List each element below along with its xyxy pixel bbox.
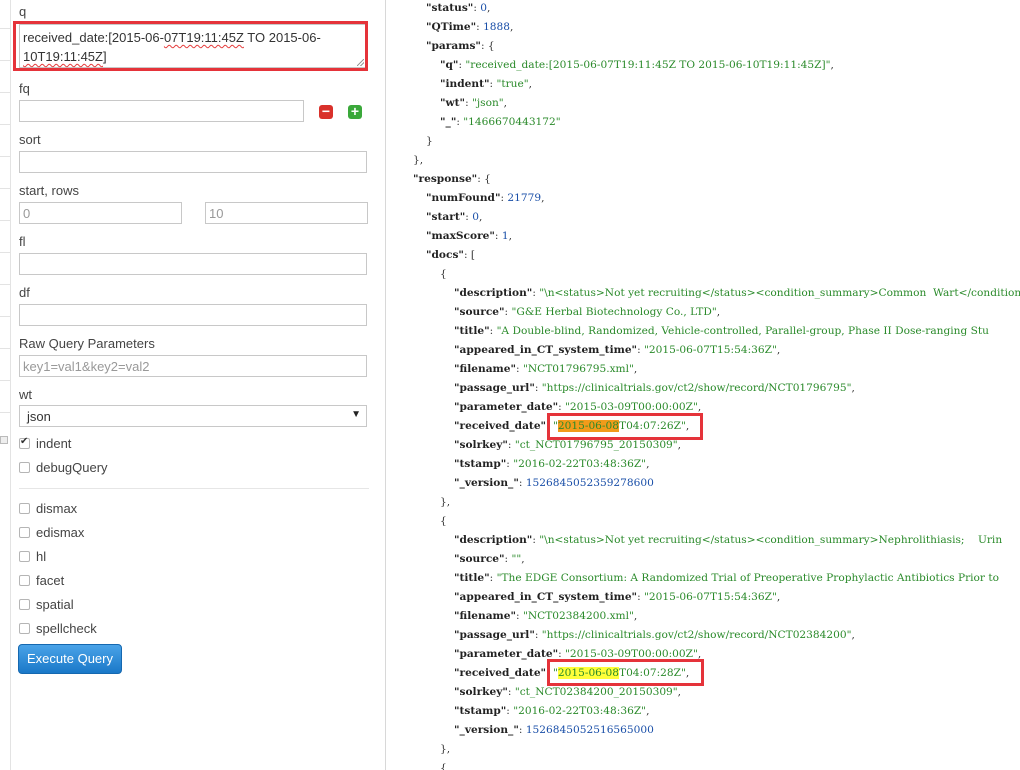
remove-fq-icon[interactable]: −: [319, 104, 333, 119]
indent-label: indent: [36, 436, 72, 451]
spellcheck-checkbox[interactable]: [19, 623, 30, 634]
dismax-label: dismax: [36, 501, 78, 516]
debug-query-label: debugQuery: [36, 460, 108, 475]
json-line: "status": 0,: [426, 2, 491, 14]
json-line: "response": {: [413, 173, 491, 185]
json-line: "maxScore": 1,: [426, 230, 512, 242]
json-line: "start": 0,: [426, 211, 483, 223]
hl-checkbox[interactable]: [19, 551, 30, 562]
json-line: }: [426, 135, 433, 147]
spellcheck-label: spellcheck: [36, 621, 97, 636]
received-date-box-2: [547, 659, 704, 686]
json-line: "description": "\n<status>Not yet recrui…: [454, 287, 1020, 299]
df-input[interactable]: [19, 304, 367, 326]
json-line: "tstamp": "2016-02-22T03:48:36Z",: [454, 458, 650, 470]
add-fq-icon[interactable]: +: [348, 104, 362, 119]
json-line: "numFound": 21779,: [426, 192, 545, 204]
json-line: "filename": "NCT02384200.xml",: [454, 610, 638, 622]
sort-label: sort: [19, 132, 41, 147]
json-line: },: [440, 496, 451, 508]
json-line: "filename": "NCT01796795.xml",: [454, 363, 638, 375]
json-line: "_version_": 1526845052359278600: [454, 477, 654, 489]
debug-query-checkbox[interactable]: [19, 462, 30, 473]
json-line: "source": "G&E Herbal Biotechnology Co.,…: [454, 306, 721, 318]
received-date-box-1: [547, 413, 703, 440]
q-highlight-box: [13, 21, 368, 71]
json-line: "source": "",: [454, 553, 525, 565]
spatial-checkbox[interactable]: [19, 599, 30, 610]
start-input[interactable]: 0: [19, 202, 182, 224]
json-line: {: [440, 268, 447, 280]
fl-label: fl: [19, 234, 26, 249]
json-line: "QTime": 1888,: [426, 21, 514, 33]
query-form: q received_date:[2015-06-07T19:11:45Z TO…: [11, 0, 386, 770]
rows-input[interactable]: 10: [205, 202, 368, 224]
json-line: "wt": "json",: [440, 97, 508, 109]
json-line: {: [440, 762, 447, 770]
json-line: "passage_url": "https://clinicaltrials.g…: [454, 629, 855, 641]
hl-label: hl: [36, 549, 47, 564]
spatial-label: spatial: [36, 597, 74, 612]
raw-params-label: Raw Query Parameters: [19, 336, 155, 351]
json-line: "passage_url": "https://clinicaltrials.g…: [454, 382, 855, 394]
json-line: },: [413, 154, 424, 166]
json-line: },: [440, 743, 451, 755]
json-line: "q": "received_date:[2015-06-07T19:11:45…: [440, 59, 834, 71]
wt-select[interactable]: json ▼: [19, 405, 367, 427]
wt-label: wt: [19, 387, 32, 402]
dismax-checkbox[interactable]: [19, 503, 30, 514]
raw-params-input[interactable]: key1=val1&key2=val2: [19, 355, 367, 377]
dropdown-arrow-icon: ▼: [351, 409, 361, 420]
json-line: "appeared_in_CT_system_time": "2015-06-0…: [454, 344, 781, 356]
wt-selected-value: json: [27, 409, 51, 424]
execute-query-button[interactable]: Execute Query: [18, 644, 122, 674]
collapse-toggle-icon[interactable]: [0, 436, 8, 444]
json-line: "_": "1466670443172": [440, 116, 561, 128]
start-rows-label: start, rows: [19, 183, 79, 198]
json-line: "title": "The EDGE Consortium: A Randomi…: [454, 572, 999, 584]
edismax-checkbox[interactable]: [19, 527, 30, 538]
json-line: "tstamp": "2016-02-22T03:48:36Z",: [454, 705, 650, 717]
fq-input[interactable]: [19, 100, 304, 122]
json-line: "_version_": 1526845052516565000: [454, 724, 654, 736]
facet-checkbox[interactable]: [19, 575, 30, 586]
json-response-panel: "status": 0, "QTime": 1888, "params": { …: [386, 0, 1020, 770]
sort-input[interactable]: [19, 151, 367, 173]
json-line: {: [440, 515, 447, 527]
json-line: "docs": [: [426, 249, 476, 261]
edismax-label: edismax: [36, 525, 85, 540]
json-line: "indent": "true",: [440, 78, 532, 90]
divider: [19, 488, 369, 489]
q-label: q: [19, 4, 27, 19]
df-label: df: [19, 285, 30, 300]
json-line: "title": "A Double-blind, Randomized, Ve…: [454, 325, 989, 337]
fl-input[interactable]: [19, 253, 367, 275]
json-line: "description": "\n<status>Not yet recrui…: [454, 534, 1003, 546]
facet-label: facet: [36, 573, 65, 588]
json-line: "params": {: [426, 40, 495, 52]
left-nav-edge: [0, 0, 11, 770]
json-line: "appeared_in_CT_system_time": "2015-06-0…: [454, 591, 781, 603]
fq-label: fq: [19, 81, 30, 96]
indent-checkbox[interactable]: [19, 436, 30, 449]
